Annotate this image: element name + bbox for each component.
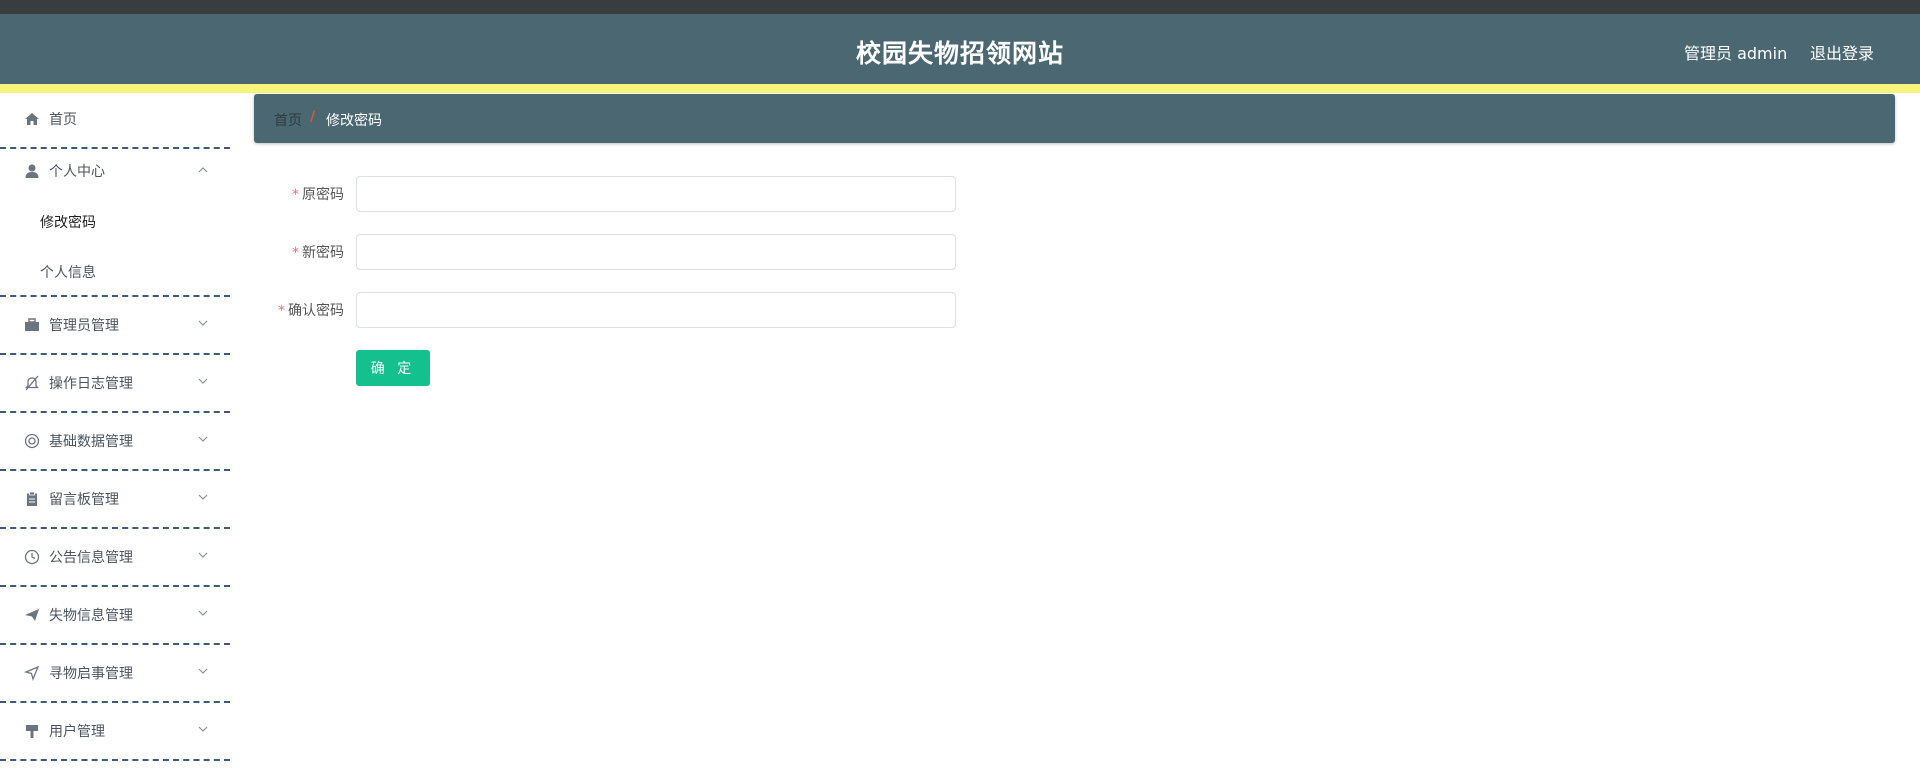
old-password-label-text: 原密码 (302, 187, 344, 203)
old-password-input[interactable] (356, 176, 956, 212)
sidebar-item-label: 操作日志管理 (49, 376, 133, 392)
sidebar-item-label: 首页 (49, 112, 77, 128)
chevron-down-icon (197, 488, 209, 500)
sidebar-item-label: 管理员管理 (49, 318, 119, 334)
sidebar-item-label: 失物信息管理 (49, 608, 133, 624)
chevron-down-icon (197, 372, 209, 384)
breadcrumb-separator: / (310, 109, 316, 125)
chevron-down-icon (197, 662, 209, 674)
header-accent-bar (0, 84, 1920, 93)
user-icon (24, 163, 40, 179)
lifebuoy-icon (24, 433, 40, 449)
new-password-label: * 新密码 (254, 242, 344, 262)
required-mark: * (278, 303, 285, 319)
confirm-password-label-text: 确认密码 (288, 303, 344, 319)
sidebar-item-lost-items[interactable]: 失物信息管理 (0, 587, 230, 645)
new-password-input[interactable] (356, 234, 956, 270)
chevron-up-icon (197, 161, 209, 173)
sidebar-item-home[interactable]: 首页 (0, 93, 230, 149)
logout-link[interactable]: 退出登录 (1810, 40, 1874, 64)
confirm-button[interactable]: 确 定 (356, 350, 430, 386)
sidebar-subitem-label: 修改密码 (40, 215, 96, 231)
sidebar-item-personal-center[interactable]: 个人中心 (0, 149, 230, 189)
sidebar-item-admin-management[interactable]: 管理员管理 (0, 297, 230, 355)
site-title: 校园失物招领网站 (855, 39, 1064, 68)
chevron-down-icon (197, 314, 209, 326)
navigation-icon (24, 665, 40, 681)
clipboard-icon (24, 491, 40, 507)
sidebar-item-label: 留言板管理 (49, 492, 119, 508)
sidebar-subitem-personal-info[interactable]: 个人信息 (0, 247, 230, 295)
old-password-label: * 原密码 (254, 184, 344, 204)
chevron-down-icon (197, 546, 209, 558)
sidebar: 首页 个人中心 修改密码 个人信息 管理员管理 操作日志管理 基础数据管理 留言… (0, 93, 230, 782)
confirm-password-label: * 确认密码 (254, 300, 344, 320)
sidebar-item-label: 公告信息管理 (49, 550, 133, 566)
confirm-password-input[interactable] (356, 292, 956, 328)
new-password-label-text: 新密码 (302, 245, 344, 261)
sidebar-item-label: 个人中心 (49, 164, 105, 180)
sidebar-item-operation-log[interactable]: 操作日志管理 (0, 355, 230, 413)
chevron-down-icon (197, 720, 209, 732)
chevron-down-icon (197, 430, 209, 442)
required-mark: * (292, 187, 299, 203)
bell-off-icon (24, 375, 40, 391)
current-user: 管理员 admin (1684, 44, 1788, 63)
sidebar-item-label: 基础数据管理 (49, 434, 133, 450)
brush-icon (24, 723, 40, 739)
briefcase-icon (24, 317, 40, 333)
sidebar-subitem-change-password[interactable]: 修改密码 (0, 197, 230, 245)
breadcrumb: 首页 / 修改密码 (254, 94, 1895, 143)
top-header: 校园失物招领网站 管理员 admin 退出登录 (0, 14, 1920, 84)
breadcrumb-home-link[interactable]: 首页 (274, 110, 302, 130)
sidebar-item-message-board[interactable]: 留言板管理 (0, 471, 230, 529)
chevron-down-icon (197, 604, 209, 616)
sidebar-item-label: 用户管理 (49, 724, 105, 740)
required-mark: * (292, 245, 299, 261)
sidebar-item-lost-notices[interactable]: 寻物启事管理 (0, 645, 230, 703)
breadcrumb-current: 修改密码 (326, 113, 382, 129)
sidebar-subitem-label: 个人信息 (40, 265, 96, 281)
sidebar-item-label: 寻物启事管理 (49, 666, 133, 682)
browser-top-strip (0, 0, 1920, 14)
clock-icon (24, 549, 40, 565)
sidebar-item-announcement[interactable]: 公告信息管理 (0, 529, 230, 587)
paper-plane-icon (24, 607, 40, 623)
sidebar-item-user-management[interactable]: 用户管理 (0, 703, 230, 761)
sidebar-item-basic-data[interactable]: 基础数据管理 (0, 413, 230, 471)
home-icon (24, 111, 40, 127)
